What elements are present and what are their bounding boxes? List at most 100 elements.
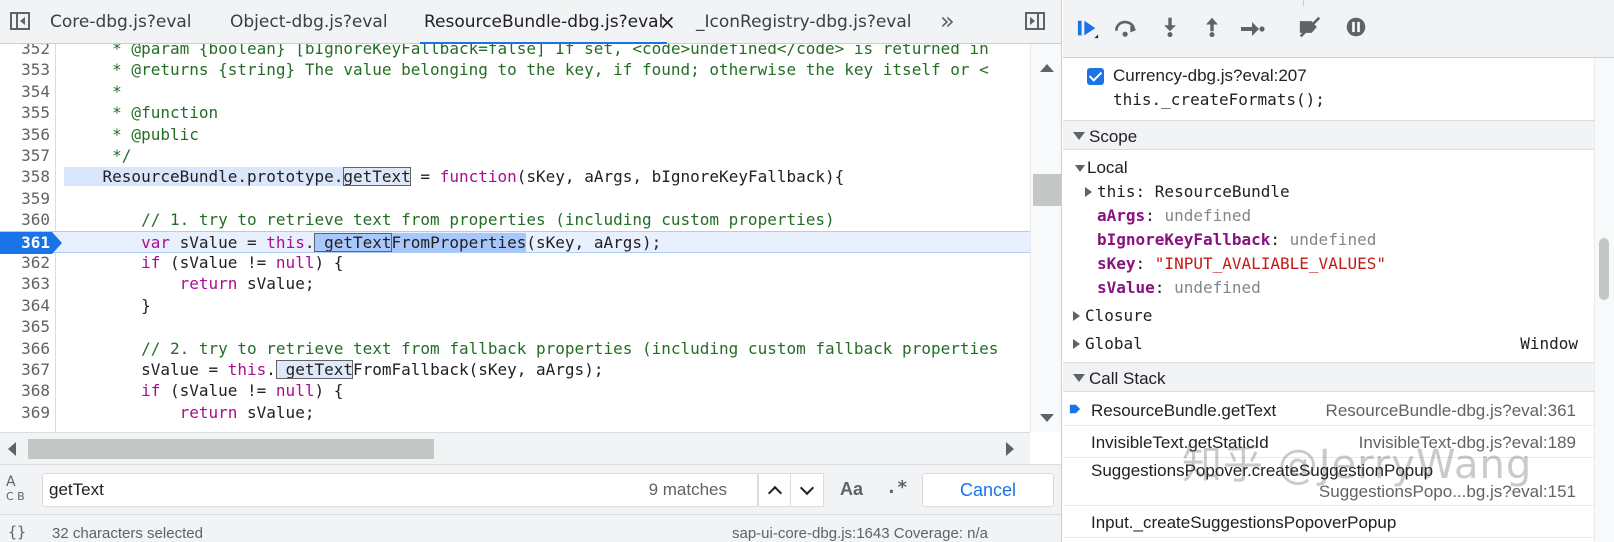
pause-on-exceptions-icon[interactable] [1343,16,1369,38]
scroll-left-icon[interactable] [8,442,16,456]
callstack-frame[interactable]: Input._createSuggestionsPopoverPopup [1063,506,1594,538]
line-number[interactable]: 353 [0,59,50,81]
scope-variable-row[interactable]: bIgnoreKeyFallback: undefined [1063,228,1594,252]
line-number[interactable]: 363 [0,273,50,295]
scope-global-row[interactable]: Global Window [1063,332,1594,356]
callstack-section-header[interactable]: Call Stack [1063,362,1594,392]
code-token: sValue = [169,232,267,252]
variable-value[interactable]: undefined [1164,206,1251,225]
code-line[interactable]: 365 [0,316,1030,338]
code-line[interactable]: 360 // 1. try to retrieve text from prop… [0,209,1030,231]
code-line[interactable]: 352 * @param {boolean} [bIgnoreKeyFallba… [0,44,1030,60]
tab-resourcebundle-dbg[interactable]: ResourceBundle-dbg.js?eval [419,0,668,45]
toggle-navigator-icon[interactable] [10,12,30,30]
code-line[interactable]: 363 return sValue; [0,273,1030,295]
step-icon[interactable] [1239,18,1265,40]
scroll-down-icon[interactable] [1040,414,1054,422]
tab-iconregistry-dbg[interactable]: _IconRegistry-dbg.js?eval [696,0,912,44]
line-number[interactable]: 360 [0,209,50,231]
line-number[interactable]: 355 [0,102,50,124]
next-match-button[interactable] [790,473,824,507]
scope-section-header[interactable]: Scope [1063,120,1594,150]
line-number[interactable]: 366 [0,338,50,360]
resume-icon[interactable] [1075,18,1101,40]
breakpoint-location[interactable]: Currency-dbg.js?eval:207 [1113,66,1307,86]
sidebar-scroll-thumb[interactable] [1599,238,1609,300]
replace-toggle-icon[interactable]: AC B [6,475,25,504]
callstack-frame[interactable]: ResourceBundle.getText ResourceBundle-dbg… [1063,394,1594,426]
code-line[interactable]: 355 * @function [0,102,1030,124]
selection-status: 32 characters selected [52,525,203,542]
breakpoint-checkbox[interactable] [1087,68,1104,85]
code-line[interactable]: 359 [0,188,1030,210]
code-line[interactable]: 369 return sValue; [0,402,1030,424]
code-line[interactable]: 356 * @public [0,124,1030,146]
deactivate-breakpoints-icon[interactable] [1297,16,1323,38]
previous-match-button[interactable] [758,473,792,507]
line-number[interactable]: 357 [0,145,50,167]
scroll-thumb[interactable] [1033,174,1061,206]
line-number[interactable]: 359 [0,188,50,210]
frame-location[interactable]: ResourceBundle-dbg.js?eval:361 [1326,401,1576,421]
code-line[interactable]: 358 ResourceBundle.prototype.getText = f… [0,166,1030,188]
tab-core-dbg[interactable]: Core-dbg.js?eval [50,0,192,44]
global-label: Global [1085,334,1143,353]
frame-function: Input._createSuggestionsPopoverPopup [1091,513,1397,532]
callstack-frame[interactable]: SuggestionsPopo...bg.js?eval:151 [1063,478,1594,506]
line-number[interactable]: 358 [0,166,50,188]
keyword-token: if [141,381,161,401]
code-line[interactable]: 353 * @returns {string} The value belong… [0,59,1030,81]
search-input[interactable] [49,479,609,501]
sidebar-scrollbar[interactable] [1594,58,1614,542]
line-number[interactable]: 365 [0,316,50,338]
line-number[interactable]: 361 [0,231,62,254]
code-line[interactable]: 364 } [0,295,1030,317]
code-editor[interactable]: 352 * @param {boolean} [bIgnoreKeyFallba… [0,44,1061,432]
scope-variable-row[interactable]: sValue: undefined [1063,276,1594,300]
step-into-icon[interactable] [1157,16,1183,38]
line-number[interactable]: 356 [0,124,50,146]
pretty-print-button[interactable]: {} [8,523,26,541]
line-number[interactable]: 352 [0,44,50,60]
tab-object-dbg[interactable]: Object-dbg.js?eval [230,0,388,44]
toggle-debugger-icon[interactable] [1025,12,1045,30]
step-out-icon[interactable] [1199,16,1225,38]
scroll-right-icon[interactable] [1006,442,1014,456]
line-number[interactable]: 364 [0,295,50,317]
line-number[interactable]: 367 [0,359,50,381]
scope-this-row[interactable]: this: ResourceBundle [1063,180,1594,204]
match-case-button[interactable]: Aa [840,479,863,500]
code-line[interactable]: 366 // 2. try to retrieve text from fall… [0,338,1030,360]
code-line[interactable]: 368 if (sValue != null) { [0,380,1030,402]
regex-button[interactable]: .* [886,477,908,498]
cancel-button[interactable]: Cancel [922,473,1054,507]
line-number[interactable]: 362 [0,252,50,274]
scope-variable-row[interactable]: sKey: "INPUT_AVALIABLE_VALUES" [1063,252,1594,276]
editor-vertical-scrollbar[interactable] [1030,44,1061,432]
step-over-icon[interactable] [1113,18,1139,40]
code-line[interactable]: 357 */ [0,145,1030,167]
line-number[interactable]: 369 [0,402,50,424]
scroll-up-icon[interactable] [1040,64,1054,72]
editor-horizontal-scrollbar[interactable] [0,432,1030,464]
scope-closure-row[interactable]: Closure [1063,304,1594,328]
frame-location[interactable]: SuggestionsPopo...bg.js?eval:151 [1319,482,1576,502]
variable-value[interactable]: undefined [1174,278,1261,297]
scope-variable-row[interactable]: aArgs: undefined [1063,204,1594,228]
code-line[interactable]: 354 * [0,81,1030,103]
coverage-status[interactable]: sap-ui-core-dbg.js:1643 Coverage: n/a [732,525,988,542]
code-line[interactable]: 362 if (sValue != null) { [0,252,1030,274]
more-tabs-icon[interactable]: » [940,0,955,42]
current-execution-line[interactable]: 361 var sValue = this._getTextFromProper… [0,230,1030,254]
line-number[interactable]: 368 [0,380,50,402]
line-number[interactable]: 354 [0,81,50,103]
horizontal-scroll-thumb[interactable] [28,439,434,459]
frame-location[interactable]: InvisibleText-dbg.js?eval:189 [1359,433,1576,453]
code-text: * @public [64,124,199,146]
variable-value[interactable]: "INPUT_AVALIABLE_VALUES" [1155,254,1386,273]
variable-value[interactable]: undefined [1290,230,1377,249]
scope-local-row[interactable]: Local [1063,156,1594,180]
code-token: sValue; [237,402,315,422]
code-line[interactable]: 367 sValue = this._getTextFromFallback(s… [0,359,1030,381]
close-tab-icon[interactable]: × [659,0,676,44]
